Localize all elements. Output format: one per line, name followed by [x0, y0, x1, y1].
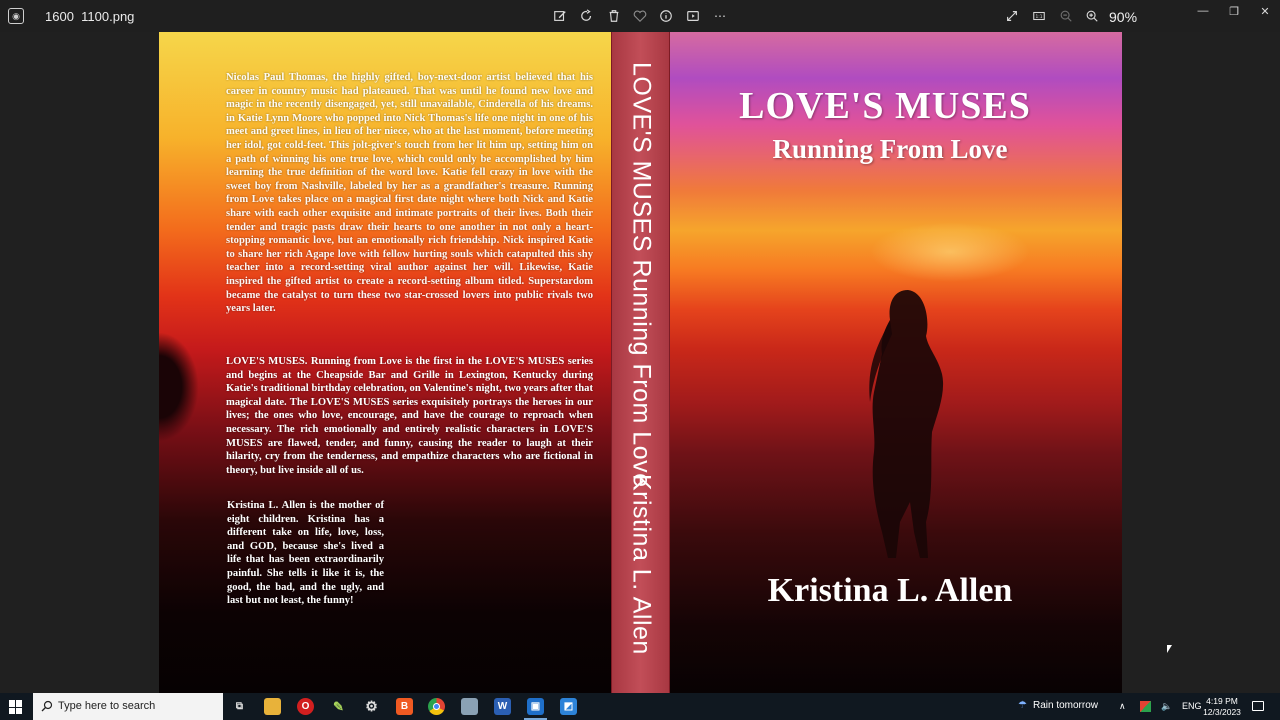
close-icon[interactable]: ✕ — [1258, 4, 1272, 18]
edit-image-icon[interactable] — [552, 8, 568, 24]
spine-title: LOVE'S MUSES Running From Love — [627, 62, 656, 488]
settings-gear-icon[interactable]: ⚙ — [363, 698, 380, 715]
mouse-cursor-icon — [1167, 645, 1172, 653]
file-explorer-icon[interactable] — [264, 698, 281, 715]
pen-app-icon[interactable]: ✎ — [330, 698, 347, 715]
search-icon — [41, 700, 53, 712]
image-canvas: Nicolas Paul Thomas, the highly gifted, … — [0, 32, 1280, 693]
weather-widget[interactable]: ☂ Rain tomorrow — [1018, 700, 1098, 711]
back-cover-synopsis: Nicolas Paul Thomas, the highly gifted, … — [226, 72, 593, 315]
taskbar: Type here to search ⧉ O ✎ ⚙ B W ▣ ◩ ☂ Ra… — [0, 693, 1280, 720]
brave-browser-icon[interactable]: B — [396, 698, 413, 715]
photo-viewer-app-icon[interactable] — [461, 698, 478, 715]
back-cover: Nicolas Paul Thomas, the highly gifted, … — [159, 32, 611, 693]
book-spine: LOVE'S MUSES Running From Love Kristina … — [611, 32, 670, 693]
more-options-icon[interactable]: ⋯ — [712, 8, 728, 24]
author-bio: Kristina L. Allen is the mother of eight… — [227, 500, 384, 607]
expand-icon[interactable] — [1004, 8, 1020, 24]
cover-author: Kristina L. Allen — [767, 572, 1013, 609]
back-cover-series-description: LOVE'S MUSES. Running from Love is the f… — [226, 356, 593, 476]
show-hidden-icons-chevron-icon[interactable]: ∧ — [1119, 701, 1126, 712]
windows-start-icon[interactable] — [9, 700, 23, 714]
photos-app-taskbar-icon[interactable]: ▣ — [527, 698, 544, 715]
rotate-icon[interactable] — [579, 8, 595, 24]
search-placeholder: Type here to search — [58, 700, 156, 712]
slideshow-icon[interactable] — [685, 8, 701, 24]
photos-app-icon[interactable]: ◉ — [8, 8, 24, 24]
task-view-icon[interactable]: ⧉ — [231, 698, 248, 715]
delete-icon[interactable] — [606, 8, 622, 24]
cover-title: LOVE'S MUSES — [739, 85, 1031, 127]
zoom-level[interactable]: 90% — [1109, 9, 1137, 25]
taskbar-clock[interactable]: 4:19 PM 12/3/2023 — [1203, 696, 1241, 718]
minimize-icon[interactable]: — — [1196, 4, 1210, 18]
taskbar-search-box[interactable]: Type here to search — [33, 693, 223, 720]
notifications-icon[interactable] — [1252, 701, 1264, 711]
sunset-glow — [870, 222, 1030, 282]
info-icon[interactable] — [658, 8, 674, 24]
opera-browser-icon[interactable]: O — [297, 698, 314, 715]
woman-silhouette — [869, 290, 944, 558]
clock-date: 12/3/2023 — [1203, 707, 1241, 717]
file-name: 1600 1100.png — [45, 9, 135, 24]
tray-app-icon[interactable] — [1140, 701, 1151, 712]
weather-text: Rain tomorrow — [1032, 700, 1098, 711]
rain-cloud-icon: ☂ — [1018, 700, 1027, 711]
front-cover: LOVE'S MUSES Running From Love Kristina … — [670, 32, 1122, 693]
microsoft-word-icon[interactable]: W — [494, 698, 511, 715]
restore-icon[interactable]: ❐ — [1227, 4, 1241, 18]
svg-text:1:1: 1:1 — [1035, 14, 1042, 20]
language-indicator[interactable]: ENG — [1182, 701, 1202, 711]
clock-time: 4:19 PM — [1206, 696, 1238, 706]
spine-author: Kristina L. Allen — [627, 474, 656, 655]
volume-speaker-icon[interactable]: 🔈 — [1161, 701, 1172, 712]
book-cover-image: Nicolas Paul Thomas, the highly gifted, … — [159, 32, 1122, 693]
image-editor-icon[interactable]: ◩ — [560, 698, 577, 715]
actual-size-icon[interactable]: 1:1 — [1031, 8, 1047, 24]
spine-text: LOVE'S MUSES Running From Love Kristina … — [627, 62, 656, 672]
zoom-out-icon[interactable] — [1058, 8, 1074, 24]
viewer-toolbar: ◉ 1600 1100.png ⋯ 1:1 90% — ❐ ✕ — [0, 0, 1280, 32]
favorite-heart-icon[interactable] — [632, 8, 648, 24]
zoom-in-icon[interactable] — [1084, 8, 1100, 24]
chrome-browser-icon[interactable] — [428, 698, 445, 715]
cover-subtitle: Running From Love — [772, 134, 1008, 164]
